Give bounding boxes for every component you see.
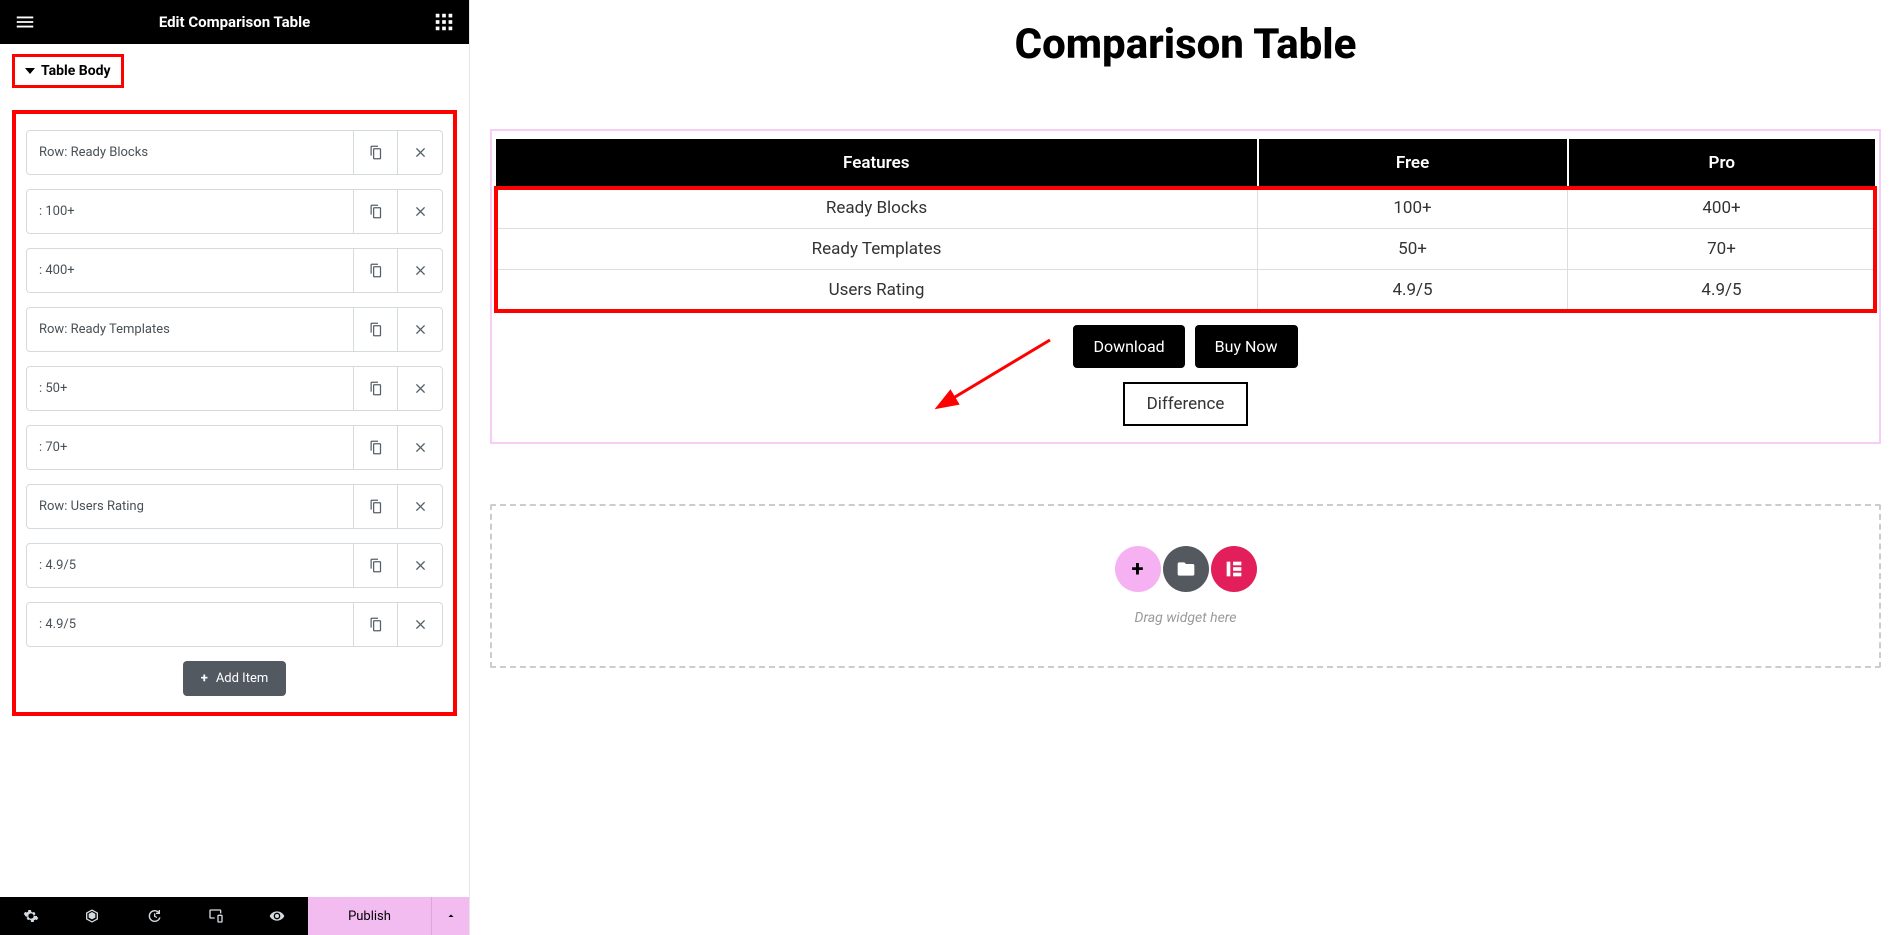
table-cell: Users Rating (496, 270, 1258, 311)
repeater-item-label[interactable]: : 4.9/5 (27, 603, 354, 646)
repeater-item-label[interactable]: : 50+ (27, 367, 354, 410)
repeater-item[interactable]: : 4.9/5 (26, 543, 443, 588)
publish-button[interactable]: Publish (308, 897, 431, 935)
menu-icon[interactable] (14, 11, 36, 33)
drop-zone-icons: + (512, 546, 1859, 592)
buy-now-button[interactable]: Buy Now (1195, 325, 1298, 368)
repeater-list: Row: Ready Blocks : 100+ : 400+ Row: Ready … (26, 130, 443, 647)
add-section-icon[interactable]: + (1115, 546, 1161, 592)
responsive-icon[interactable] (185, 897, 247, 935)
repeater-item-label[interactable]: Row: Ready Templates (27, 308, 354, 351)
table-header-cell: Features (496, 139, 1258, 188)
difference-row: Difference (496, 382, 1875, 426)
download-button[interactable]: Download (1073, 325, 1184, 368)
table-row: Ready Blocks100+400+ (496, 188, 1875, 229)
panel-footer: Publish (0, 897, 469, 935)
page-title: Comparison Table (490, 20, 1881, 69)
navigator-icon[interactable] (62, 897, 124, 935)
copy-icon[interactable] (354, 603, 398, 646)
section-tab-table-body[interactable]: Table Body (12, 54, 124, 88)
close-icon[interactable] (398, 544, 442, 587)
copy-icon[interactable] (354, 249, 398, 292)
copy-icon[interactable] (354, 485, 398, 528)
panel-title: Edit Comparison Table (36, 13, 433, 31)
close-icon[interactable] (398, 603, 442, 646)
table-row: Users Rating4.9/54.9/5 (496, 270, 1875, 311)
repeater-item-label[interactable]: : 100+ (27, 190, 354, 233)
preview-icon[interactable] (246, 897, 308, 935)
copy-icon[interactable] (354, 426, 398, 469)
repeater-item-label[interactable]: : 4.9/5 (27, 544, 354, 587)
copy-icon[interactable] (354, 367, 398, 410)
template-icon[interactable] (1163, 546, 1209, 592)
repeater-item-label[interactable]: Row: Users Rating (27, 485, 354, 528)
table-cell: Ready Blocks (496, 188, 1258, 229)
repeater-item[interactable]: : 70+ (26, 425, 443, 470)
section-tab-row: Table Body (0, 44, 469, 92)
repeater-item-label[interactable]: : 70+ (27, 426, 354, 469)
copy-icon[interactable] (354, 544, 398, 587)
repeater-highlight: Row: Ready Blocks : 100+ : 400+ Row: Ready … (12, 110, 457, 716)
caret-down-icon (25, 68, 35, 74)
action-buttons: Download Buy Now (496, 325, 1875, 368)
footer-icons (0, 897, 308, 935)
table-header-cell: Pro (1568, 139, 1875, 188)
editor-panel: Edit Comparison Table Table Body Row: Re… (0, 0, 470, 935)
table-header-cell: Free (1258, 139, 1568, 188)
repeater-item[interactable]: : 400+ (26, 248, 443, 293)
close-icon[interactable] (398, 249, 442, 292)
repeater-item[interactable]: : 100+ (26, 189, 443, 234)
copy-icon[interactable] (354, 190, 398, 233)
apps-grid-icon[interactable] (433, 11, 455, 33)
copy-icon[interactable] (354, 308, 398, 351)
comparison-table: FeaturesFreePro Ready Blocks100+400+Read… (496, 139, 1875, 311)
table-cell: 4.9/5 (1568, 270, 1875, 311)
table-cell: 100+ (1258, 188, 1568, 229)
table-header-row: FeaturesFreePro (496, 139, 1875, 188)
repeater-item-label[interactable]: : 400+ (27, 249, 354, 292)
plus-icon: + (201, 671, 208, 686)
elementskit-icon[interactable] (1211, 546, 1257, 592)
table-cell: 4.9/5 (1258, 270, 1568, 311)
panel-body: Row: Ready Blocks : 100+ : 400+ Row: Ready … (0, 92, 469, 897)
close-icon[interactable] (398, 367, 442, 410)
difference-button[interactable]: Difference (1123, 382, 1249, 426)
repeater-item[interactable]: Row: Ready Templates (26, 307, 443, 352)
drop-zone-hint: Drag widget here (512, 610, 1859, 626)
drop-zone[interactable]: + Drag widget here (490, 504, 1881, 668)
close-icon[interactable] (398, 426, 442, 469)
preview-canvas: Comparison Table FeaturesFreePro Ready B… (470, 0, 1901, 935)
repeater-item[interactable]: Row: Users Rating (26, 484, 443, 529)
repeater-item[interactable]: Row: Ready Blocks (26, 130, 443, 175)
table-body: Ready Blocks100+400+Ready Templates50+70… (496, 188, 1875, 311)
repeater-item[interactable]: : 50+ (26, 366, 443, 411)
copy-icon[interactable] (354, 131, 398, 174)
table-widget[interactable]: FeaturesFreePro Ready Blocks100+400+Read… (490, 129, 1881, 444)
close-icon[interactable] (398, 485, 442, 528)
history-icon[interactable] (123, 897, 185, 935)
close-icon[interactable] (398, 131, 442, 174)
close-icon[interactable] (398, 308, 442, 351)
table-row: Ready Templates50+70+ (496, 229, 1875, 270)
table-cell: Ready Templates (496, 229, 1258, 270)
repeater-item-label[interactable]: Row: Ready Blocks (27, 131, 354, 174)
publish-options[interactable] (431, 897, 469, 935)
settings-icon[interactable] (0, 897, 62, 935)
panel-header: Edit Comparison Table (0, 0, 469, 44)
add-item-button[interactable]: + Add Item (183, 661, 287, 696)
table-cell: 50+ (1258, 229, 1568, 270)
table-cell: 70+ (1568, 229, 1875, 270)
table-cell: 400+ (1568, 188, 1875, 229)
close-icon[interactable] (398, 190, 442, 233)
repeater-item[interactable]: : 4.9/5 (26, 602, 443, 647)
